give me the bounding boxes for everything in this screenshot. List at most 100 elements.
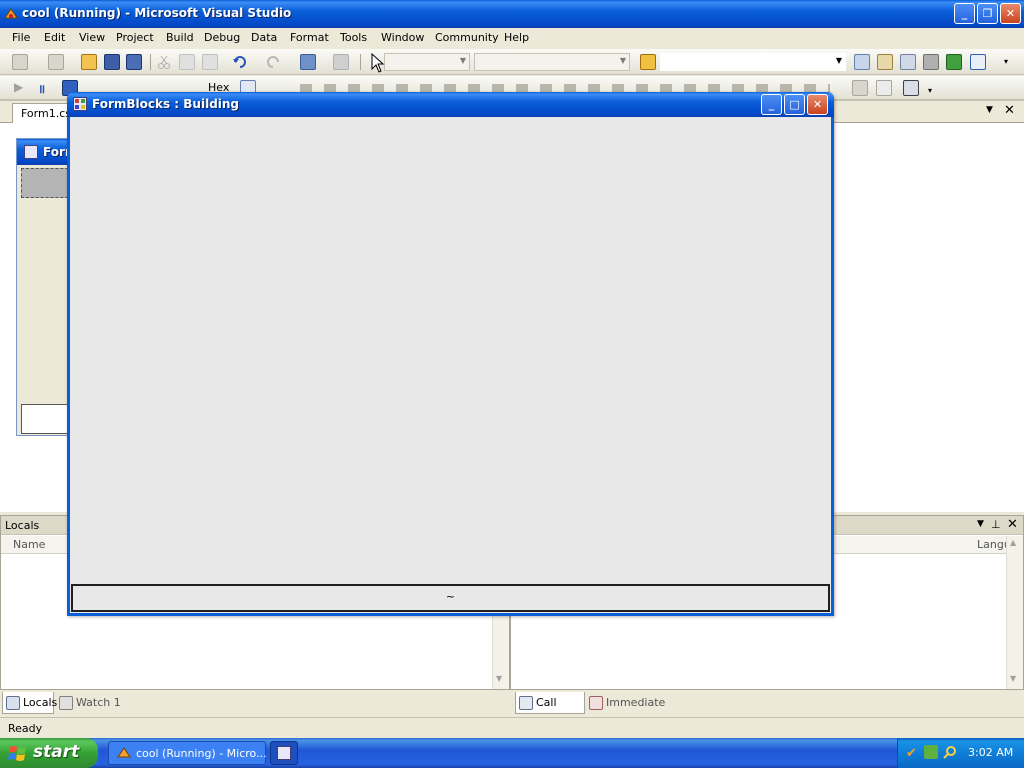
windows-logo-icon: [8, 744, 28, 762]
vs-title-bar[interactable]: cool (Running) - Microsoft Visual Studio…: [0, 0, 1024, 28]
locals-icon: [6, 696, 20, 710]
watch-icon: [59, 696, 73, 710]
paste-icon[interactable]: [202, 54, 218, 70]
toolbar-separator: [360, 54, 361, 70]
menu-format[interactable]: Format: [290, 28, 329, 48]
tab-locals[interactable]: Locals: [2, 692, 58, 714]
formblocks-maximize-button[interactable]: □: [784, 94, 805, 115]
formblocks-title-bar[interactable]: FormBlocks : Building _ □ ✕: [67, 92, 834, 117]
menu-help[interactable]: Help: [504, 28, 529, 48]
scroll-down-icon[interactable]: ▼: [496, 674, 502, 683]
vs-taskbar-icon: [117, 746, 131, 760]
save-all-icon[interactable]: [126, 54, 142, 70]
solution-explorer-icon[interactable]: [854, 54, 870, 70]
open-folder-icon[interactable]: [81, 54, 97, 70]
call-stack-icon: [519, 696, 533, 710]
status-text: Ready: [8, 722, 43, 735]
menu-community[interactable]: Community: [435, 28, 499, 48]
save-icon[interactable]: [104, 54, 120, 70]
tray-clock: 3:02 AM: [968, 746, 1014, 759]
start-label: start: [33, 742, 80, 762]
command-window-icon[interactable]: [970, 54, 986, 70]
document-dropdown-icon[interactable]: ▼: [986, 105, 993, 115]
bottom-tab-strip-right: Call Stack Immediate Window: [512, 691, 1024, 731]
formblocks-minimize-button[interactable]: _: [761, 94, 782, 115]
panel-dropdown-icon[interactable]: ▼: [977, 519, 984, 529]
status-bar: Ready: [0, 717, 1024, 738]
bottom-tab-strip-left: Locals Watch 1: [0, 691, 512, 715]
locals-column-name[interactable]: Name: [13, 538, 45, 551]
taskbar-button-formblocks[interactable]: [270, 741, 298, 765]
align-grid-icon[interactable]: [852, 80, 868, 96]
standard-toolbar: ▼ ▼ ▼ ▾: [0, 49, 1024, 75]
formblocks-status-panel: ~: [71, 584, 830, 612]
solution-platform-combo[interactable]: ▼: [474, 53, 630, 71]
formblocks-title: FormBlocks : Building: [92, 97, 240, 111]
menu-build[interactable]: Build: [166, 28, 194, 48]
navigate-forward-icon[interactable]: [333, 54, 349, 70]
formblocks-client-area[interactable]: [70, 117, 831, 613]
undo-icon[interactable]: [232, 54, 248, 70]
vs-restore-button[interactable]: ❐: [977, 3, 998, 24]
tab-immediate-window[interactable]: Immediate Window: [586, 692, 706, 731]
redo-icon[interactable]: [265, 54, 281, 70]
menu-debug[interactable]: Debug: [204, 28, 240, 48]
solution-configuration-combo[interactable]: ▼: [384, 53, 470, 71]
locals-title: Locals: [5, 519, 40, 532]
designer-form-icon: [24, 145, 38, 159]
toolbar-overflow-icon[interactable]: ▾: [1004, 57, 1008, 66]
tab-order-icon[interactable]: [876, 80, 892, 96]
vs-window-title: cool (Running) - Microsoft Visual Studio: [22, 6, 292, 20]
menu-edit[interactable]: Edit: [44, 28, 65, 48]
cut-icon[interactable]: [156, 54, 172, 70]
formblocks-close-button[interactable]: ✕: [807, 94, 828, 115]
formblocks-status-text: ~: [445, 590, 456, 603]
object-browser-icon[interactable]: [900, 54, 916, 70]
start-button[interactable]: start: [0, 738, 98, 768]
menu-view[interactable]: View: [79, 28, 105, 48]
properties-icon[interactable]: [877, 54, 893, 70]
menu-file[interactable]: File: [12, 28, 30, 48]
toolbox-icon[interactable]: [923, 54, 939, 70]
tab-watch-label: Watch 1: [76, 696, 121, 709]
vs-close-button[interactable]: ✕: [1000, 3, 1021, 24]
add-item-icon[interactable]: [48, 54, 64, 70]
navigate-backward-icon[interactable]: [300, 54, 316, 70]
call-stack-scrollbar[interactable]: ▲ ▼: [1006, 536, 1023, 689]
toolbar-separator: [150, 54, 151, 70]
tab-watch-1[interactable]: Watch 1: [56, 692, 126, 714]
locals-scrollbar[interactable]: ▼: [492, 616, 509, 689]
menu-bar: File Edit View Project Build Debug Data …: [0, 28, 1024, 48]
break-all-icon[interactable]: ॥: [38, 80, 45, 97]
toolbar2-overflow-icon[interactable]: ▾: [928, 86, 932, 95]
auto-hide-pin-icon[interactable]: ⊥: [991, 518, 1001, 531]
vs-app-icon: [3, 6, 19, 22]
new-project-icon[interactable]: [12, 54, 28, 70]
tab-locals-label: Locals: [23, 696, 58, 709]
tray-icon-search[interactable]: [943, 745, 957, 759]
formblocks-window[interactable]: FormBlocks : Building _ □ ✕ ~: [67, 92, 834, 616]
scroll-up-icon[interactable]: ▲: [1010, 538, 1016, 547]
tray-icon-security[interactable]: [924, 745, 938, 759]
menu-window[interactable]: Window: [381, 28, 424, 48]
menu-data[interactable]: Data: [251, 28, 277, 48]
panel-close-icon[interactable]: ✕: [1007, 517, 1018, 532]
menu-tools[interactable]: Tools: [340, 28, 367, 48]
scroll-down-icon[interactable]: ▼: [1010, 674, 1016, 683]
continue-icon[interactable]: ▶: [14, 80, 23, 94]
taskbar: start cool (Running) - Micro... ✔ 3:02 A…: [0, 738, 1024, 768]
taskbar-task-label: cool (Running) - Micro...: [136, 747, 267, 760]
document-close-icon[interactable]: ✕: [1004, 103, 1015, 118]
taskbar-button-vs[interactable]: cool (Running) - Micro...: [108, 741, 267, 765]
format-list-icon[interactable]: [903, 80, 919, 96]
vs-minimize-button[interactable]: _: [954, 3, 975, 24]
find-in-files-icon[interactable]: [640, 54, 656, 70]
find-combo[interactable]: ▼: [660, 53, 846, 71]
menu-project[interactable]: Project: [116, 28, 154, 48]
tab-call-stack[interactable]: Call Stack: [515, 692, 585, 731]
tray-icon-network[interactable]: ✔: [906, 746, 920, 761]
mouse-cursor: [371, 52, 385, 73]
copy-icon[interactable]: [179, 54, 195, 70]
start-page-icon[interactable]: [946, 54, 962, 70]
system-tray: ✔ 3:02 AM: [897, 738, 1024, 768]
